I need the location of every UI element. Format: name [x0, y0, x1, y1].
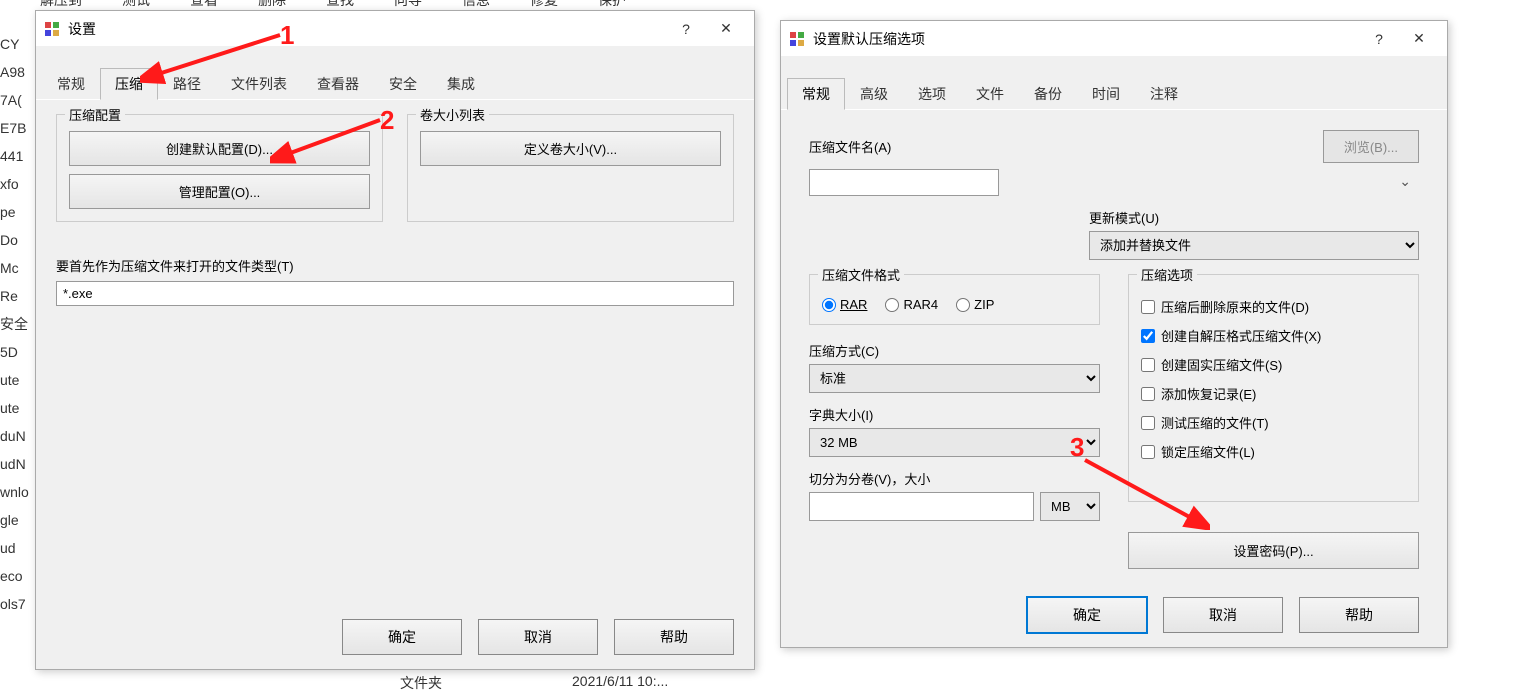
tab-compression[interactable]: 压缩	[100, 68, 158, 100]
bg-statusbar: 文件夹2021/6/11 10:...	[400, 673, 668, 693]
dict-size-select[interactable]: 32 MB	[809, 428, 1100, 457]
solid-check[interactable]: 创建固实压缩文件(S)	[1141, 355, 1406, 374]
close-button[interactable]: ✕	[1399, 24, 1439, 54]
help-button[interactable]: ?	[1359, 24, 1399, 54]
cancel-button[interactable]: 取消	[1163, 597, 1283, 633]
create-default-profile-button[interactable]: 创建默认配置(D)...	[69, 131, 370, 166]
browse-button[interactable]: 浏览(B)...	[1323, 130, 1419, 163]
tab-general[interactable]: 常规	[787, 78, 845, 110]
tab-content: 压缩配置 创建默认配置(D)... 管理配置(O)... 卷大小列表 定义卷大小…	[36, 100, 754, 320]
winrar-icon	[789, 31, 805, 47]
tab-files[interactable]: 文件	[961, 78, 1019, 109]
test-check[interactable]: 测试压缩的文件(T)	[1141, 413, 1406, 432]
split-unit-select[interactable]: MB	[1040, 492, 1100, 521]
filetype-input[interactable]	[56, 281, 734, 306]
dialog-title: 设置默认压缩选项	[813, 29, 1359, 49]
tab-advanced[interactable]: 高级	[845, 78, 903, 109]
volume-group: 卷大小列表 定义卷大小(V)...	[407, 114, 734, 222]
archive-name-input[interactable]	[809, 169, 999, 196]
cancel-button[interactable]: 取消	[478, 619, 598, 655]
dialog-title: 设置	[68, 19, 666, 39]
titlebar: 设置 ? ✕	[36, 11, 754, 46]
bg-filelist: CYA987A(E7B441xfopeDoMcRe安全5DuteuteduNud…	[0, 30, 35, 618]
titlebar: 设置默认压缩选项 ? ✕	[781, 21, 1447, 56]
tabs: 常规 高级 选项 文件 备份 时间 注释	[781, 56, 1447, 110]
tabs: 常规 压缩 路径 文件列表 查看器 安全 集成	[36, 46, 754, 100]
help-button[interactable]: 帮助	[614, 619, 734, 655]
default-compression-dialog: 设置默认压缩选项 ? ✕ 常规 高级 选项 文件 备份 时间 注释 压缩文件名(…	[780, 20, 1448, 648]
compress-method-select[interactable]: 标准	[809, 364, 1100, 393]
manage-profile-button[interactable]: 管理配置(O)...	[69, 174, 370, 209]
ok-button[interactable]: 确定	[1027, 597, 1147, 633]
winrar-icon	[44, 21, 60, 37]
compress-options-group: 压缩选项 压缩后删除原来的文件(D) 创建自解压格式压缩文件(X) 创建固实压缩…	[1128, 274, 1419, 502]
settings-dialog: 设置 ? ✕ 常规 压缩 路径 文件列表 查看器 安全 集成 压缩配置 创建默认…	[35, 10, 755, 670]
sfx-check[interactable]: 创建自解压格式压缩文件(X)	[1141, 326, 1406, 345]
tab-integration[interactable]: 集成	[432, 68, 490, 99]
help-button[interactable]: ?	[666, 14, 706, 44]
tab-backup[interactable]: 备份	[1019, 78, 1077, 109]
tab-options[interactable]: 选项	[903, 78, 961, 109]
archive-format-group: 压缩文件格式 RAR RAR4 ZIP	[809, 274, 1100, 325]
tab-viewer[interactable]: 查看器	[302, 68, 374, 99]
group-title: 压缩选项	[1137, 265, 1197, 284]
split-size-input[interactable]	[809, 492, 1034, 521]
split-volume-label: 切分为分卷(V)，大小	[809, 469, 1100, 488]
format-zip-radio[interactable]: ZIP	[956, 297, 994, 312]
profile-group: 压缩配置 创建默认配置(D)... 管理配置(O)...	[56, 114, 383, 222]
tab-time[interactable]: 时间	[1077, 78, 1135, 109]
bg-toolbar: 解压到测试查看删除查找向导信息修复保护	[0, 0, 1514, 10]
tab-filelist[interactable]: 文件列表	[216, 68, 302, 99]
format-rar-radio[interactable]: RAR	[822, 297, 867, 312]
group-title: 压缩文件格式	[818, 265, 904, 284]
update-mode-select[interactable]: 添加并替换文件	[1089, 231, 1419, 260]
archive-name-label: 压缩文件名(A)	[809, 137, 1315, 156]
format-rar4-radio[interactable]: RAR4	[885, 297, 938, 312]
group-title: 压缩配置	[65, 105, 125, 124]
dialog-buttons: 确定 取消 帮助	[342, 619, 734, 655]
dict-size-label: 字典大小(I)	[809, 405, 1100, 424]
tab-security[interactable]: 安全	[374, 68, 432, 99]
group-title: 卷大小列表	[416, 105, 489, 124]
compress-method-label: 压缩方式(C)	[809, 341, 1100, 360]
filetype-label: 要首先作为压缩文件来打开的文件类型(T)	[56, 256, 734, 275]
lock-check[interactable]: 锁定压缩文件(L)	[1141, 442, 1406, 461]
update-mode-label: 更新模式(U)	[1089, 208, 1419, 227]
recovery-check[interactable]: 添加恢复记录(E)	[1141, 384, 1406, 403]
close-button[interactable]: ✕	[706, 14, 746, 44]
tab-comment[interactable]: 注释	[1135, 78, 1193, 109]
help-button[interactable]: 帮助	[1299, 597, 1419, 633]
dialog-buttons: 确定 取消 帮助	[1027, 597, 1419, 633]
tab-content: 压缩文件名(A) 浏览(B)... 更新模式(U) 添加并替换文件 压缩文件格式…	[781, 110, 1447, 589]
delete-after-check[interactable]: 压缩后删除原来的文件(D)	[1141, 297, 1406, 316]
tab-general[interactable]: 常规	[42, 68, 100, 99]
set-password-button[interactable]: 设置密码(P)...	[1128, 532, 1419, 569]
define-volume-button[interactable]: 定义卷大小(V)...	[420, 131, 721, 166]
tab-path[interactable]: 路径	[158, 68, 216, 99]
ok-button[interactable]: 确定	[342, 619, 462, 655]
